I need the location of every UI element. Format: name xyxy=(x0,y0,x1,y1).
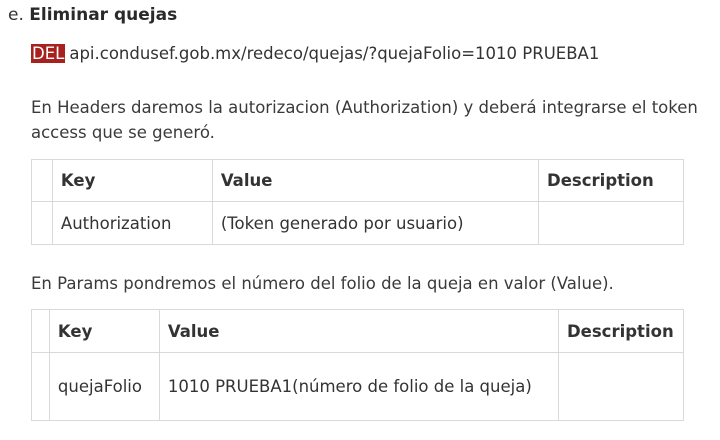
params-table: Key Value Description quejaFolio 1010 PR… xyxy=(31,309,685,421)
table-header-row: Key Value Description xyxy=(31,159,684,202)
column-header-value: Value xyxy=(211,159,540,202)
cell-key: quejaFolio xyxy=(48,352,160,421)
checkbox-column-cell xyxy=(31,309,50,353)
table-row: quejaFolio 1010 PRUEBA1(número de folio … xyxy=(31,352,685,421)
cell-value: (Token generado por usuario) xyxy=(211,201,540,245)
section-heading: e. Eliminar quejas xyxy=(8,5,177,25)
cell-description xyxy=(557,352,685,421)
cell-description xyxy=(538,201,684,245)
column-header-key: Key xyxy=(48,309,160,353)
headers-intro-text: En Headers daremos la autorizacion (Auth… xyxy=(31,98,698,142)
table-header-row: Key Value Description xyxy=(31,309,685,353)
params-intro-text: En Params pondremos el número del folio … xyxy=(31,274,614,293)
section-title: Eliminar quejas xyxy=(29,5,178,25)
column-header-value: Value xyxy=(158,309,559,353)
checkbox-column-cell xyxy=(31,352,50,421)
column-header-description: Description xyxy=(557,309,685,353)
section-marker: e. xyxy=(8,5,24,25)
cell-value: 1010 PRUEBA1(número de folio de la queja… xyxy=(158,352,559,421)
endpoint-url: api.condusef.gob.mx/redeco/quejas/?queja… xyxy=(69,44,600,63)
table-row: Authorization (Token generado por usuari… xyxy=(31,201,684,245)
endpoint-line: DEL api.condusef.gob.mx/redeco/quejas/?qu… xyxy=(31,44,599,63)
checkbox-column-cell xyxy=(31,201,53,245)
column-header-key: Key xyxy=(51,159,213,202)
headers-table: Key Value Description Authorization (Tok… xyxy=(31,159,684,245)
cell-key: Authorization xyxy=(51,201,213,245)
column-header-description: Description xyxy=(538,159,684,202)
http-method-badge: DEL xyxy=(31,44,66,63)
checkbox-column-cell xyxy=(31,159,53,202)
